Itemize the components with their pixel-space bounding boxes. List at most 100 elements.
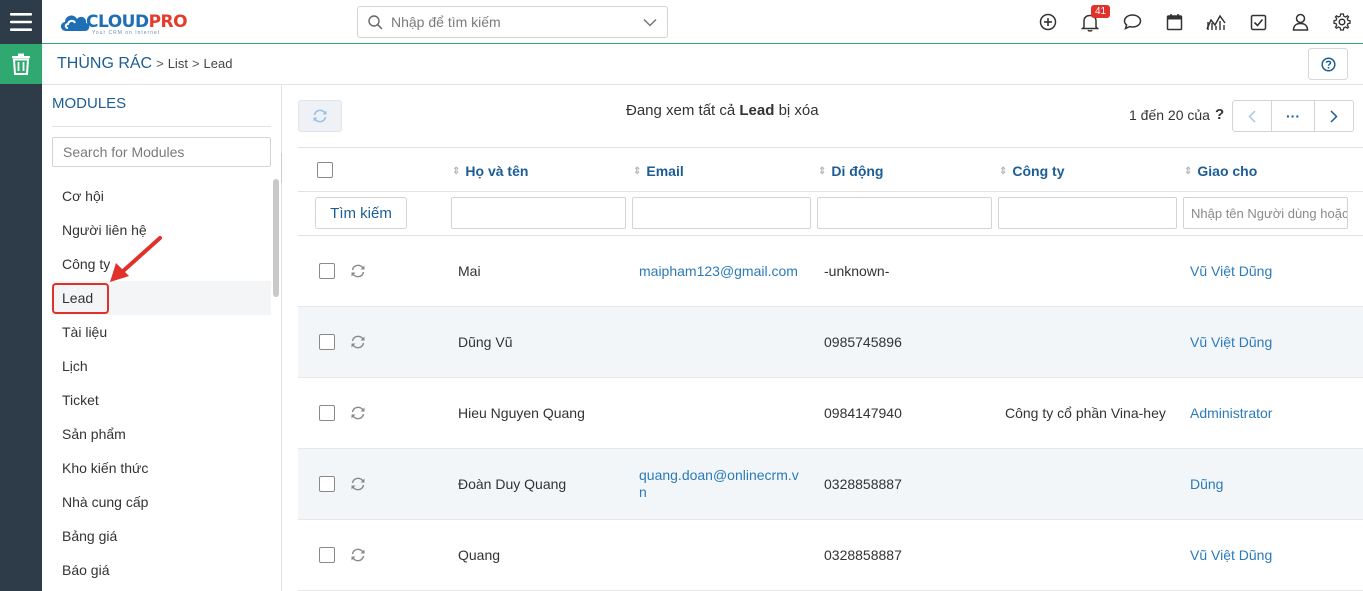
quick-create-button[interactable] bbox=[1027, 0, 1069, 44]
more-dots-icon: ··· bbox=[1286, 108, 1300, 124]
modules-title: MODULES bbox=[52, 95, 127, 112]
cell-mobile: 0985745896 bbox=[824, 334, 902, 350]
deleted-leads-table: ⇕ Họ và tên ⇕ Email ⇕ Di động ⇕ Công ty ⇕ Gia… bbox=[298, 147, 1363, 591]
cell-email[interactable]: maipham123@gmail.com bbox=[639, 263, 804, 279]
notification-count-badge: 41 bbox=[1091, 5, 1111, 18]
module-item-documents[interactable]: Tài liệu bbox=[52, 315, 271, 349]
left-rail bbox=[0, 0, 42, 591]
module-item-contacts[interactable]: Người liên hệ bbox=[52, 213, 271, 247]
notifications-button[interactable]: 41 bbox=[1069, 0, 1111, 44]
table-row[interactable]: Mai maipham123@gmail.com -unknown- Vũ Vi… bbox=[298, 236, 1363, 307]
cell-assigned[interactable]: Dũng bbox=[1190, 476, 1223, 492]
reports-button[interactable] bbox=[1195, 0, 1237, 44]
restore-button[interactable] bbox=[298, 100, 342, 132]
modules-panel: MODULES Search for Modules Cơ hội Người … bbox=[42, 85, 282, 591]
cell-mobile: 0328858887 bbox=[824, 476, 902, 492]
filter-email-input[interactable] bbox=[632, 197, 811, 229]
chart-icon bbox=[1206, 14, 1226, 30]
row-checkbox[interactable] bbox=[319, 547, 335, 563]
breadcrumb-recycle-bin[interactable]: THÙNG RÁC bbox=[57, 55, 152, 73]
module-item-knowledge-base[interactable]: Kho kiến thức bbox=[52, 451, 271, 485]
restore-icon[interactable] bbox=[350, 476, 366, 492]
cell-assigned[interactable]: Administrator bbox=[1190, 405, 1272, 421]
settings-button[interactable] bbox=[1321, 0, 1363, 44]
column-header-company[interactable]: ⇕ Công ty bbox=[999, 163, 1065, 179]
module-item-calendar[interactable]: Lịch bbox=[52, 349, 271, 383]
module-item-quotes[interactable]: Báo giá bbox=[52, 553, 271, 587]
sort-icon: ⇕ bbox=[999, 165, 1008, 177]
cell-mobile: -unknown- bbox=[824, 263, 890, 279]
calendar-icon bbox=[1166, 14, 1182, 31]
more-pages-button[interactable]: ··· bbox=[1271, 101, 1315, 131]
tasks-button[interactable] bbox=[1237, 0, 1279, 44]
cell-assigned[interactable]: Vũ Việt Dũng bbox=[1190, 334, 1272, 350]
search-placeholder: Nhập để tìm kiếm bbox=[391, 14, 501, 30]
row-checkbox[interactable] bbox=[319, 476, 335, 492]
calendar-button[interactable] bbox=[1153, 0, 1195, 44]
filter-company-input[interactable] bbox=[998, 197, 1177, 229]
cell-email[interactable]: quang.doan@onlinecrm.v n bbox=[639, 467, 804, 501]
breadcrumb-separator: > bbox=[191, 56, 200, 71]
sort-icon: ⇕ bbox=[633, 165, 642, 177]
restore-icon[interactable] bbox=[350, 405, 366, 421]
restore-icon[interactable] bbox=[350, 334, 366, 350]
cell-assigned[interactable]: Vũ Việt Dũng bbox=[1190, 547, 1272, 563]
filter-mobile-input[interactable] bbox=[817, 197, 992, 229]
column-label: Di động bbox=[831, 163, 884, 179]
module-item-products[interactable]: Sản phẩm bbox=[52, 417, 271, 451]
restore-icon[interactable] bbox=[350, 263, 366, 279]
table-row[interactable]: Dũng Vũ 0985745896 Vũ Việt Dũng bbox=[298, 307, 1363, 378]
module-item-vendors[interactable]: Nhà cung cấp bbox=[52, 485, 271, 519]
app-root: CLOUDPRO Your CRM on Internet Nhập để tì… bbox=[0, 0, 1363, 591]
recycle-bin-button[interactable] bbox=[0, 44, 42, 84]
column-header-email[interactable]: ⇕ Email bbox=[633, 163, 684, 179]
help-button[interactable] bbox=[1308, 48, 1348, 80]
row-checkbox[interactable] bbox=[319, 334, 335, 350]
cell-name: Quang bbox=[458, 547, 501, 563]
restore-icon[interactable] bbox=[350, 547, 366, 563]
breadcrumb-list[interactable]: List bbox=[168, 56, 188, 71]
module-item-lead[interactable]: Lead bbox=[52, 281, 271, 315]
module-item-companies[interactable]: Công ty bbox=[52, 247, 271, 281]
cloudpro-logo[interactable]: CLOUDPRO Your CRM on Internet bbox=[58, 8, 188, 36]
filter-assigned-input[interactable]: Nhập tên Người dùng hoặc Nhóm bbox=[1183, 197, 1348, 229]
table-row[interactable]: Đoàn Duy Quang quang.doan@onlinecrm.v n 0… bbox=[298, 449, 1363, 520]
breadcrumb-lead: Lead bbox=[203, 56, 233, 71]
table-row[interactable]: Quang 0328858887 Vũ Việt Dũng bbox=[298, 520, 1363, 591]
chat-bubble-icon bbox=[1123, 14, 1141, 30]
cell-assigned[interactable]: Vũ Việt Dũng bbox=[1190, 263, 1272, 279]
previous-page-button[interactable] bbox=[1233, 101, 1271, 131]
table-row[interactable]: Hieu Nguyen Quang 0984147940 Công ty cổ … bbox=[298, 378, 1363, 449]
column-header-assigned[interactable]: ⇕ Giao cho bbox=[1184, 163, 1257, 179]
list-content: Đang xem tất cả Lead bị xóa 1 đến 20 của… bbox=[282, 85, 1363, 591]
chevron-left-icon bbox=[1248, 109, 1256, 123]
hamburger-icon bbox=[10, 13, 32, 31]
sort-icon: ⇕ bbox=[452, 165, 461, 177]
cell-name: Hieu Nguyen Quang bbox=[458, 405, 585, 421]
global-search-input[interactable]: Nhập để tìm kiếm bbox=[357, 6, 668, 38]
module-item-price-books[interactable]: Bảng giá bbox=[52, 519, 271, 553]
plus-circle-icon bbox=[1039, 13, 1057, 31]
module-search-input[interactable]: Search for Modules bbox=[52, 137, 271, 167]
total-count-button[interactable]: ? bbox=[1215, 106, 1224, 123]
logo-tagline: Your CRM on Internet bbox=[92, 30, 161, 36]
chat-button[interactable] bbox=[1111, 0, 1153, 44]
chevron-down-icon[interactable] bbox=[643, 18, 657, 27]
module-list-scrollbar[interactable] bbox=[273, 179, 279, 297]
column-header-name[interactable]: ⇕ Họ và tên bbox=[452, 163, 528, 179]
column-header-mobile[interactable]: ⇕ Di động bbox=[818, 163, 884, 179]
search-button[interactable]: Tìm kiếm bbox=[315, 197, 407, 229]
user-profile-button[interactable] bbox=[1279, 0, 1321, 44]
module-list: Cơ hội Người liên hệ Công ty Lead Tài li… bbox=[52, 179, 271, 587]
select-all-checkbox[interactable] bbox=[317, 162, 333, 178]
filter-name-input[interactable] bbox=[451, 197, 626, 229]
trash-icon bbox=[12, 53, 30, 75]
row-checkbox[interactable] bbox=[319, 405, 335, 421]
row-checkbox[interactable] bbox=[319, 263, 335, 279]
hamburger-menu-button[interactable] bbox=[0, 0, 42, 44]
module-item-ticket[interactable]: Ticket bbox=[52, 383, 271, 417]
next-page-button[interactable] bbox=[1315, 101, 1353, 131]
cell-name: Đoàn Duy Quang bbox=[458, 476, 567, 492]
module-item-opportunities[interactable]: Cơ hội bbox=[52, 179, 271, 213]
column-label: Giao cho bbox=[1197, 163, 1258, 179]
